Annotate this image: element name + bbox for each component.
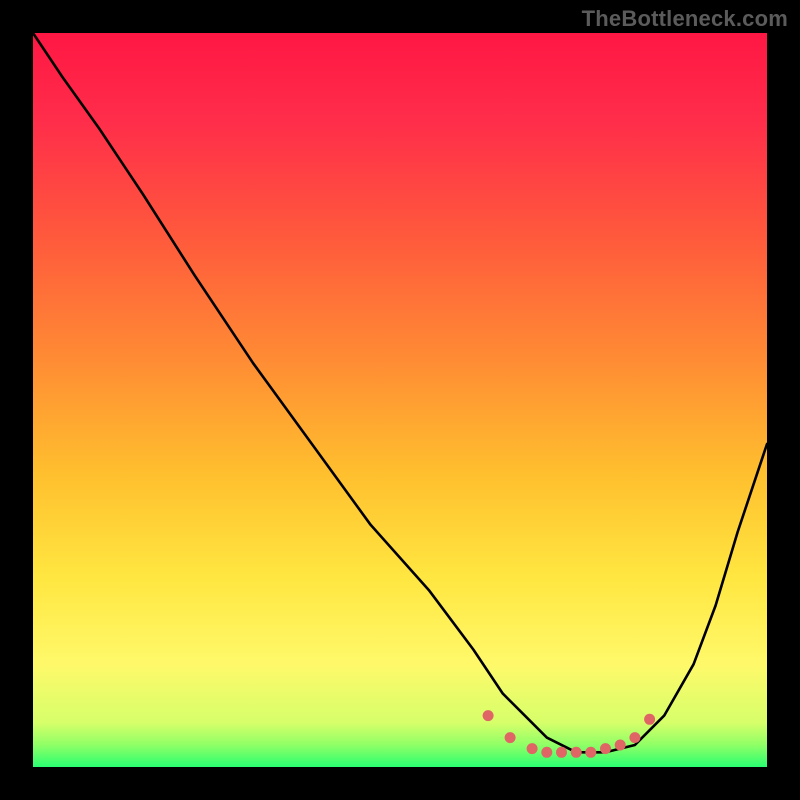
highlight-dot <box>571 747 582 758</box>
watermark: TheBottleneck.com <box>582 6 788 32</box>
highlight-dot <box>600 743 611 754</box>
highlight-dot <box>615 740 626 751</box>
highlight-dot <box>527 743 538 754</box>
highlight-dot <box>644 714 655 725</box>
highlight-dot <box>483 710 494 721</box>
chart-plot-area <box>33 33 767 767</box>
gradient-background <box>33 33 767 767</box>
chart-svg <box>33 33 767 767</box>
highlight-dot <box>505 732 516 743</box>
highlight-dot <box>629 732 640 743</box>
highlight-dot <box>556 747 567 758</box>
highlight-dot <box>585 747 596 758</box>
highlight-dot <box>541 747 552 758</box>
